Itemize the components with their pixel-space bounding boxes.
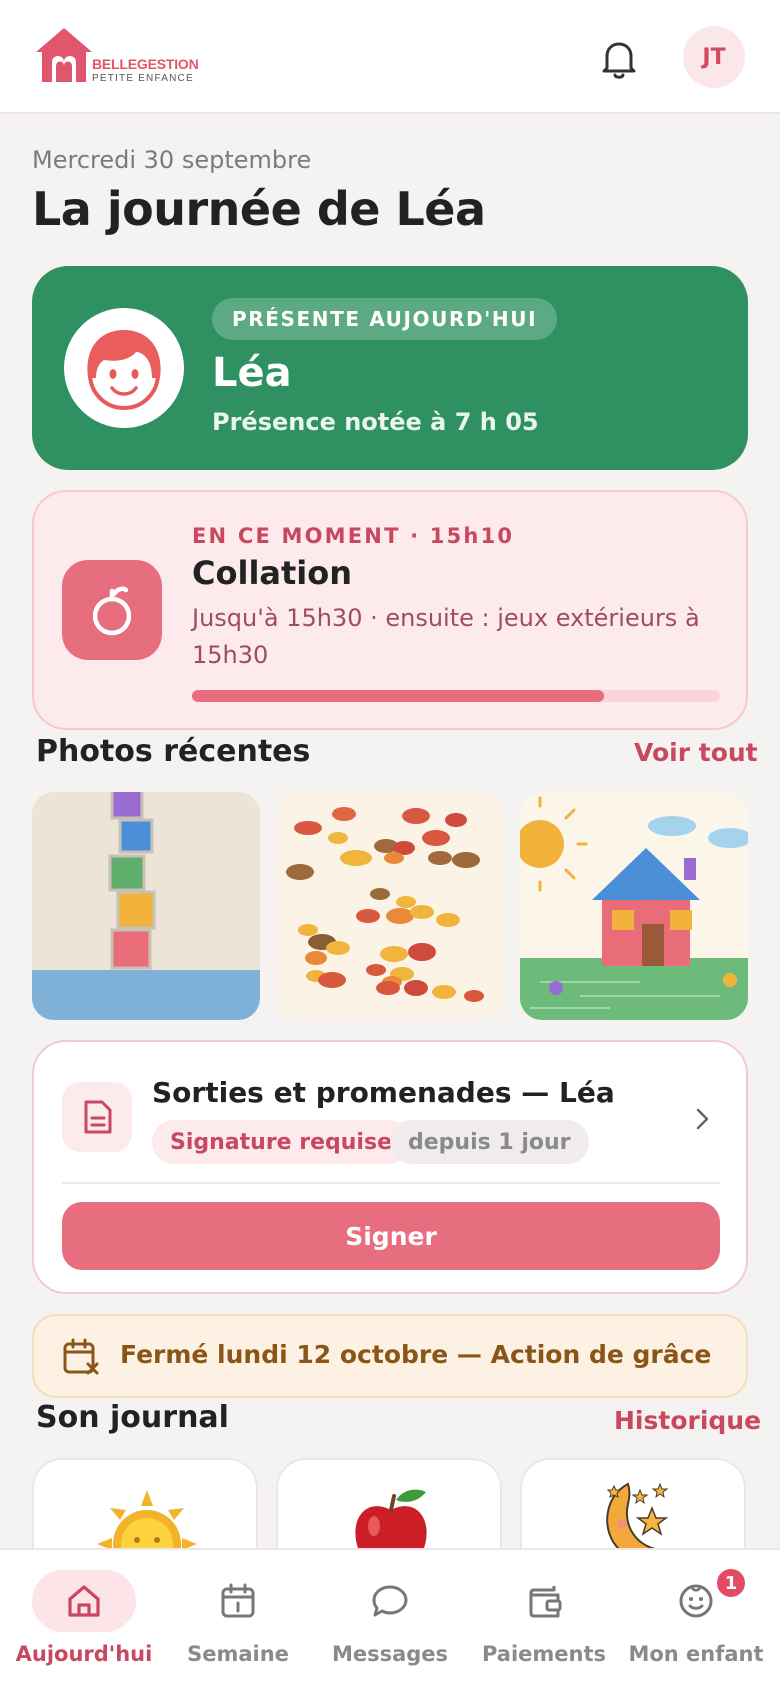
current-activity-card[interactable]: EN CE MOMENT · 15h10 Collation Jusqu'à 1… [32, 490, 748, 730]
presence-status-badge: PRÉSENTE AUJOURD'HUI [212, 298, 558, 340]
photos-section-title: Photos récentes [36, 734, 311, 769]
signature-required-badge: Signature requise [152, 1120, 410, 1164]
document-title[interactable]: Sorties et promenades — Léa [152, 1076, 615, 1109]
tab-my-child-label: Mon enfant [628, 1642, 764, 1666]
activity-description: Jusqu'à 15h30 · ensuite : jeux extérieur… [192, 604, 700, 669]
tab-week-label: Semaine [187, 1642, 289, 1666]
activity-title: Collation [192, 554, 353, 592]
notification-count-badge: 1 [714, 1566, 748, 1600]
current-date: Mercredi 30 septembre [32, 146, 312, 174]
logo-house-icon [36, 28, 92, 82]
card-divider [62, 1182, 720, 1184]
chat-bubble-icon [372, 1585, 408, 1617]
closure-text: Fermé lundi 12 octobre — Action de grâce [120, 1340, 712, 1369]
tab-icon-wrapper [186, 1570, 290, 1632]
activity-progress-fill [192, 690, 604, 702]
child-name: Léa [212, 350, 292, 396]
user-avatar[interactable]: JT [683, 26, 745, 88]
presence-note: Présence notée à 7 h 05 [212, 408, 539, 436]
child-avatar [64, 308, 184, 428]
photo-autumn-leaves[interactable] [276, 792, 504, 1020]
tab-icon-wrapper [338, 1570, 442, 1632]
document-icon [62, 1082, 132, 1152]
tab-today-label: Aujourd'hui [15, 1642, 153, 1666]
activity-progress-bar [192, 690, 720, 702]
tab-payments[interactable]: Paiements [466, 1550, 622, 1688]
pending-duration-badge: depuis 1 jour [390, 1120, 589, 1164]
apple-icon [62, 560, 162, 660]
tab-messages-label: Messages [331, 1642, 449, 1666]
photos-see-all-link[interactable]: Voir tout [634, 738, 758, 767]
journal-history-link[interactable]: Historique [614, 1406, 761, 1435]
notifications-bell-icon[interactable] [596, 36, 642, 82]
document-signature-card: Sorties et promenades — Léa Signature re… [32, 1040, 748, 1294]
bottom-tab-bar: Aujourd'hui Semaine Messages Paiements 1… [0, 1548, 780, 1688]
logo-tagline: PETITE ENFANCE [92, 73, 194, 84]
wallet-icon [529, 1586, 562, 1618]
tab-icon-wrapper [32, 1570, 136, 1632]
tab-payments-label: Paiements [481, 1642, 607, 1666]
tab-week[interactable]: Semaine [160, 1550, 316, 1688]
girl-face-icon [87, 330, 161, 410]
closure-notice: Fermé lundi 12 octobre — Action de grâce [32, 1314, 748, 1398]
page-title: La journée de Léa [32, 182, 486, 236]
logo-brand-name: BELLEGESTION [92, 56, 199, 72]
photo-stacked-blocks[interactable] [32, 792, 260, 1020]
calendar-x-icon [62, 1338, 100, 1376]
photo-house-drawing[interactable] [520, 792, 748, 1020]
sign-button[interactable]: Signer [62, 1202, 720, 1270]
app-header: BELLEGESTION PETITE ENFANCE JT [0, 0, 780, 114]
activity-time-label: EN CE MOMENT · 15h10 [192, 524, 515, 548]
tab-today[interactable]: Aujourd'hui [6, 1550, 162, 1688]
calendar-icon [221, 1583, 255, 1618]
smiley-icon [679, 1584, 713, 1618]
home-icon [68, 1585, 100, 1617]
tab-my-child[interactable]: 1 Mon enfant [618, 1550, 774, 1688]
presence-card: PRÉSENTE AUJOURD'HUI Léa Présence notée … [32, 266, 748, 470]
tab-messages[interactable]: Messages [312, 1550, 468, 1688]
chevron-right-icon[interactable] [690, 1104, 714, 1134]
journal-section-title: Son journal [36, 1400, 229, 1435]
tab-icon-wrapper [492, 1570, 596, 1632]
